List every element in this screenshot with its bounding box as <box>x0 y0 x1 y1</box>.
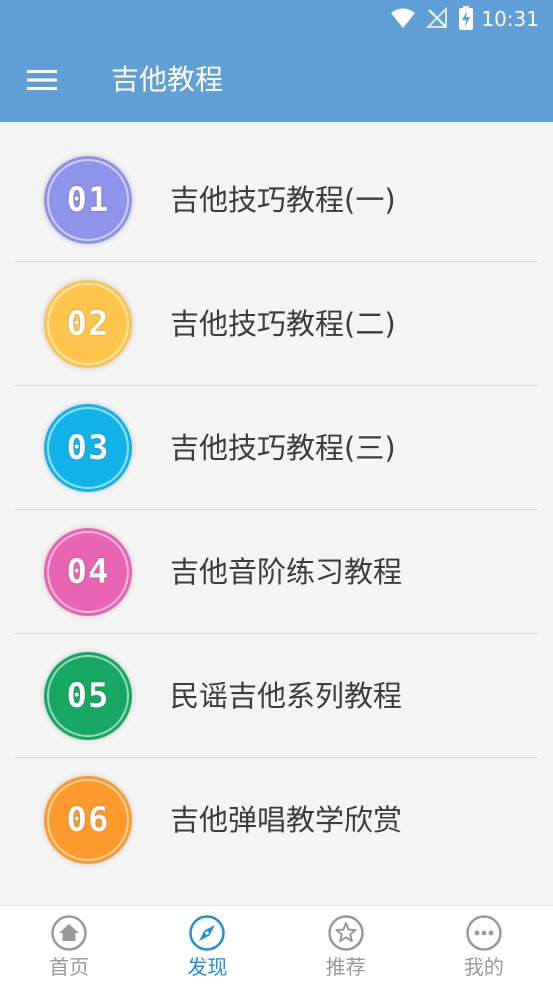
nav-tab-home[interactable]: 首页 <box>0 906 138 984</box>
app-bar: 10:31 吉他教程 <box>0 0 553 122</box>
badge-number: 03 <box>66 428 110 469</box>
list-item-title: 吉他音阶练习教程 <box>170 555 403 589</box>
list-item[interactable]: 05 民谣吉他系列教程 <box>0 634 553 758</box>
status-time: 10:31 <box>481 7 539 31</box>
tutorial-list: 01 吉他技巧教程(一) 02 吉他技巧教程(二) 03 吉他技巧教程(三) 0… <box>0 138 553 882</box>
list-item-title: 民谣吉他系列教程 <box>170 679 403 713</box>
list-item-title: 吉他技巧教程(二) <box>170 307 396 341</box>
toolbar: 吉他教程 <box>0 38 553 122</box>
list-item[interactable]: 02 吉他技巧教程(二) <box>0 262 553 386</box>
number-badge: 04 <box>44 528 132 616</box>
hamburger-menu-icon <box>27 70 57 90</box>
badge-number: 04 <box>66 552 110 593</box>
wifi-icon <box>391 8 415 28</box>
list-item-title: 吉他技巧教程(一) <box>170 183 396 217</box>
number-badge: 02 <box>44 280 132 368</box>
nav-label: 发现 <box>187 955 228 979</box>
home-icon <box>51 915 87 951</box>
list-item[interactable]: 03 吉他技巧教程(三) <box>0 386 553 510</box>
badge-number: 05 <box>66 676 110 717</box>
number-badge: 06 <box>44 776 132 864</box>
nav-tab-recommend[interactable]: 推荐 <box>277 906 415 984</box>
badge-number: 02 <box>66 304 110 345</box>
nav-label: 推荐 <box>325 955 366 979</box>
nav-tab-discover[interactable]: 发现 <box>138 906 276 984</box>
no-signal-icon <box>426 7 447 28</box>
list-item[interactable]: 06 吉他弹唱教学欣赏 <box>0 758 553 882</box>
status-bar: 10:31 <box>0 0 553 38</box>
menu-button[interactable] <box>20 58 64 102</box>
battery-charging-icon <box>459 6 473 30</box>
star-icon <box>327 915 364 951</box>
number-badge: 05 <box>44 652 132 740</box>
list-item-title: 吉他弹唱教学欣赏 <box>170 803 403 837</box>
nav-label: 我的 <box>463 955 504 979</box>
list-item[interactable]: 04 吉他音阶练习教程 <box>0 510 553 634</box>
badge-number: 01 <box>66 180 110 221</box>
bottom-navigation: 首页 发现 推荐 我的 <box>0 905 553 984</box>
badge-number: 06 <box>66 800 110 841</box>
page-title: 吉他教程 <box>111 63 224 96</box>
more-dots-icon <box>466 915 502 951</box>
compass-icon <box>189 915 226 951</box>
list-item-title: 吉他技巧教程(三) <box>170 431 396 465</box>
number-badge: 03 <box>44 404 132 492</box>
number-badge: 01 <box>44 156 132 244</box>
list-item[interactable]: 01 吉他技巧教程(一) <box>0 138 553 262</box>
nav-label: 首页 <box>49 955 90 979</box>
nav-tab-mine[interactable]: 我的 <box>415 906 553 984</box>
